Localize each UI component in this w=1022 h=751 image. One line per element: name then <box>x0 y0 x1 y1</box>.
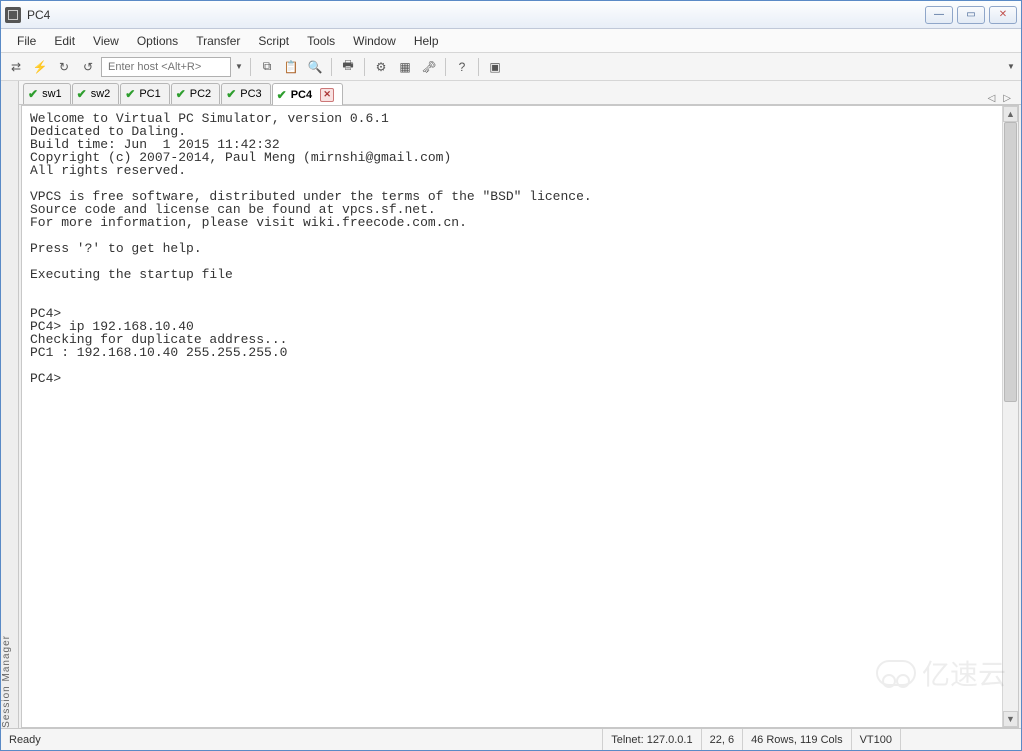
tab-close-icon[interactable]: ✕ <box>320 88 334 102</box>
tab-nav: ◁ ▷ <box>988 93 1017 104</box>
session-options-icon[interactable]: ▦ <box>394 56 416 78</box>
tab-prev-icon[interactable]: ◁ <box>988 93 996 104</box>
separator <box>478 58 479 76</box>
window-controls: — ▭ ✕ <box>925 6 1017 24</box>
host-dropdown-icon[interactable]: ▼ <box>233 56 245 78</box>
check-icon: ✔ <box>277 88 287 102</box>
host-input[interactable] <box>101 57 231 77</box>
tab-sw1[interactable]: ✔sw1 <box>23 83 71 104</box>
tab-sw2[interactable]: ✔sw2 <box>72 83 120 104</box>
titlebar: PC4 — ▭ ✕ <box>1 1 1021 29</box>
check-icon: ✔ <box>77 87 87 101</box>
scroll-up-icon[interactable]: ▲ <box>1003 106 1018 122</box>
status-dimensions: 46 Rows, 119 Cols <box>743 729 852 750</box>
status-emulation: VT100 <box>852 729 901 750</box>
menu-view[interactable]: View <box>85 32 127 50</box>
terminal-output[interactable]: Welcome to Virtual PC Simulator, version… <box>22 106 1002 727</box>
toolbar: ⇄ ⚡ ↻ ↺ ▼ ⧉ 📋 🔍 🖶 ⚙ ▦ 🗝 ? ▣ ▼ <box>1 53 1021 81</box>
menu-options[interactable]: Options <box>129 32 186 50</box>
menu-window[interactable]: Window <box>345 32 404 50</box>
menubar: File Edit View Options Transfer Script T… <box>1 29 1021 53</box>
quick-connect-icon[interactable]: ⚡ <box>29 56 51 78</box>
maximize-button[interactable]: ▭ <box>957 6 985 24</box>
tabstrip: ✔sw1 ✔sw2 ✔PC1 ✔PC2 ✔PC3 ✔PC4✕ ◁ ▷ <box>19 81 1021 105</box>
separator <box>364 58 365 76</box>
statusbar: Ready Telnet: 127.0.0.1 22, 6 46 Rows, 1… <box>1 728 1021 750</box>
status-cursor-pos: 22, 6 <box>702 729 743 750</box>
status-ready: Ready <box>1 729 603 750</box>
menu-tools[interactable]: Tools <box>299 32 343 50</box>
tab-pc1[interactable]: ✔PC1 <box>120 83 169 104</box>
settings-icon[interactable]: ⚙ <box>370 56 392 78</box>
check-icon: ✔ <box>28 87 38 101</box>
print-icon[interactable]: 🖶 <box>337 56 359 78</box>
status-blank <box>901 729 1021 750</box>
tab-pc3[interactable]: ✔PC3 <box>221 83 270 104</box>
toggle-icon[interactable]: ▣ <box>484 56 506 78</box>
session-manager-tab[interactable]: Session Manager <box>1 81 19 728</box>
close-button[interactable]: ✕ <box>989 6 1017 24</box>
separator <box>250 58 251 76</box>
connect-icon[interactable]: ⇄ <box>5 56 27 78</box>
help-icon[interactable]: ? <box>451 56 473 78</box>
main-column: ✔sw1 ✔sw2 ✔PC1 ✔PC2 ✔PC3 ✔PC4✕ ◁ ▷ Welco… <box>19 81 1021 728</box>
menu-edit[interactable]: Edit <box>46 32 83 50</box>
key-icon[interactable]: 🗝 <box>418 56 440 78</box>
check-icon: ✔ <box>125 87 135 101</box>
scrollbar[interactable]: ▲ ▼ <box>1002 106 1018 727</box>
terminal-container: Welcome to Virtual PC Simulator, version… <box>21 105 1019 728</box>
menu-script[interactable]: Script <box>250 32 297 50</box>
find-icon[interactable]: 🔍 <box>304 56 326 78</box>
reconnect-icon[interactable]: ↻ <box>53 56 75 78</box>
minimize-button[interactable]: — <box>925 6 953 24</box>
tab-next-icon[interactable]: ▷ <box>1003 93 1011 104</box>
separator <box>331 58 332 76</box>
paste-icon[interactable]: 📋 <box>280 56 302 78</box>
check-icon: ✔ <box>226 87 236 101</box>
check-icon: ✔ <box>176 87 186 101</box>
scroll-thumb[interactable] <box>1004 122 1017 402</box>
status-connection: Telnet: 127.0.0.1 <box>603 729 701 750</box>
tab-pc4[interactable]: ✔PC4✕ <box>272 83 343 105</box>
copy-icon[interactable]: ⧉ <box>256 56 278 78</box>
tab-pc2[interactable]: ✔PC2 <box>171 83 220 104</box>
app-icon <box>5 7 21 23</box>
workspace: Session Manager ✔sw1 ✔sw2 ✔PC1 ✔PC2 ✔PC3… <box>1 81 1021 728</box>
disconnect-icon[interactable]: ↺ <box>77 56 99 78</box>
separator <box>445 58 446 76</box>
menu-file[interactable]: File <box>9 32 44 50</box>
scroll-down-icon[interactable]: ▼ <box>1003 711 1018 727</box>
menu-transfer[interactable]: Transfer <box>188 32 248 50</box>
menu-help[interactable]: Help <box>406 32 447 50</box>
toolbar-overflow-icon[interactable]: ▼ <box>1005 56 1017 78</box>
app-window: PC4 — ▭ ✕ File Edit View Options Transfe… <box>0 0 1022 751</box>
window-title: PC4 <box>27 8 925 22</box>
